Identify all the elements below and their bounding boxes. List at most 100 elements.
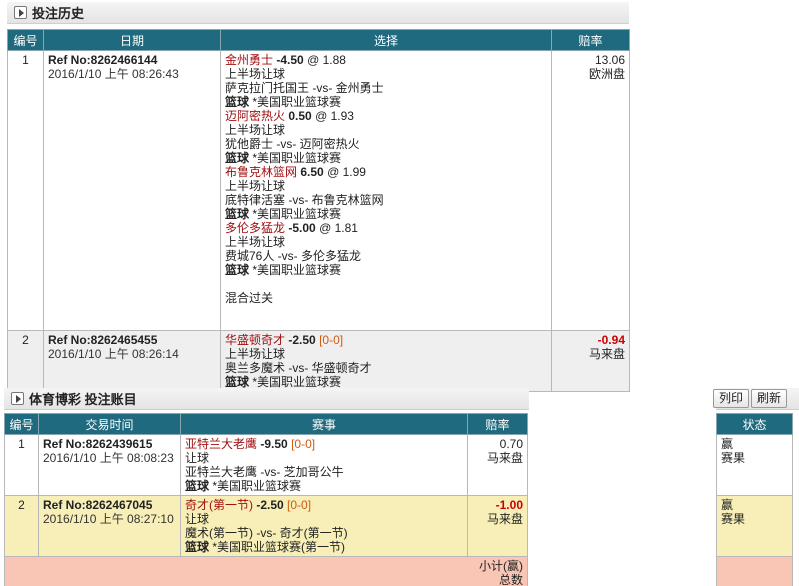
event-cell: 奇才(第一节) -2.50 [0-0] 让球 魔术(第一节) -vs- 奇才(第…	[180, 495, 468, 557]
event-league: 篮球 *美国职业篮球赛	[185, 479, 463, 493]
table-row: 2 Ref No:8262467045 2016/1/10 上午 08:27:1…	[4, 495, 528, 557]
leg-team: 布鲁克林篮网	[225, 165, 298, 179]
col-header-selection: 选择	[220, 29, 552, 51]
leg-league: 篮球 *美国职业篮球赛	[225, 151, 547, 165]
col-header-odds: 赔率	[551, 29, 630, 51]
odds-type: 马来盘	[588, 347, 625, 361]
table-row: 2 Ref No:8262465455 2016/1/10 上午 08:26:1…	[7, 330, 630, 392]
leg-team: 迈阿密热火	[225, 109, 286, 123]
leg-market: 上半场让球	[225, 235, 286, 249]
odds-cell: -1.00 马来盘	[467, 495, 528, 557]
event-league-name: *美国职业篮球赛(第一节)	[212, 540, 346, 554]
event-match: 亚特兰大老鹰 -vs- 芝加哥公牛	[185, 465, 344, 479]
leg-league: 篮球 *美国职业篮球赛	[225, 95, 547, 109]
leg-selection: 华盛顿奇才 -2.50 [0-0]	[225, 333, 547, 347]
odds-value: 13.06	[594, 53, 625, 67]
leg-odds: @ 1.81	[319, 221, 358, 235]
col-header-event: 赛事	[180, 413, 468, 435]
leg-sport: 篮球	[225, 151, 250, 165]
bet-date: 2016/1/10 上午 08:26:14	[48, 347, 179, 361]
event-team: 奇才(第一节)	[185, 498, 253, 512]
history-panel-title: 投注历史	[32, 6, 85, 21]
col-header-number: 编号	[4, 413, 39, 435]
leg-league-name: *美国职业篮球赛	[252, 151, 342, 165]
leg-odds: @ 1.88	[307, 53, 346, 67]
leg-match: 萨克拉门托国王 -vs- 金州勇士	[225, 81, 384, 95]
leg-league-name: *美国职业篮球赛	[252, 95, 342, 109]
leg-team: 华盛顿奇才	[225, 333, 286, 347]
event-match: 魔术(第一节) -vs- 奇才(第一节)	[185, 526, 348, 540]
odds-value: 0.70	[499, 437, 523, 451]
leg-market: 上半场让球	[225, 347, 286, 361]
total-label: 总数	[498, 573, 523, 586]
row-ref-cell: Ref No:8262466144 2016/1/10 上午 08:26:43	[43, 50, 221, 331]
leg-line: 6.50	[300, 165, 324, 179]
leg-league-name: *美国职业篮球赛	[252, 375, 342, 389]
collapse-toggle-icon[interactable]	[11, 392, 24, 405]
leg-team: 多伦多猛龙	[225, 221, 286, 235]
leg-selection: 迈阿密热火 0.50 @ 1.93	[225, 109, 547, 123]
status-link[interactable]: 赛果	[721, 512, 788, 526]
odds-value: -1.00	[495, 498, 523, 512]
event-league-name: *美国职业篮球赛	[212, 479, 302, 493]
leg-selection: 金州勇士 -4.50 @ 1.88	[225, 53, 547, 67]
status-header-row: 状态	[716, 413, 793, 435]
subtotal-status-cell	[716, 556, 793, 586]
print-button[interactable]: 列印	[713, 389, 750, 408]
event-score: [0-0]	[287, 498, 312, 512]
event-market: 让球	[185, 451, 210, 465]
bet-date: 2016/1/10 上午 08:27:10	[43, 512, 174, 526]
row-number: 1	[4, 434, 39, 496]
row-number: 2	[7, 330, 44, 392]
event-league: 篮球 *美国职业篮球赛(第一节)	[185, 540, 463, 554]
status-result: 赢	[721, 437, 734, 451]
leg-league: 篮球 *美国职业篮球赛	[225, 375, 547, 389]
odds-type: 马来盘	[486, 512, 523, 526]
event-selection: 奇才(第一节) -2.50 [0-0]	[185, 498, 463, 512]
leg-line: -4.50	[276, 53, 304, 67]
ledger-header-row: 编号 交易时间 赛事 赔率	[4, 413, 528, 435]
subtotal-cell: 小计(赢) 总数	[4, 556, 528, 586]
event-market: 让球	[185, 512, 210, 526]
leg-line: -5.00	[288, 221, 316, 235]
ledger-panel-header: 体育博彩 投注账目	[4, 388, 529, 410]
row-ref-cell: Ref No:8262467045 2016/1/10 上午 08:27:10	[38, 495, 181, 557]
subtotal-label: 小计(赢)	[479, 559, 523, 573]
event-cell: 亚特兰大老鹰 -9.50 [0-0] 让球 亚特兰大老鹰 -vs- 芝加哥公牛 …	[180, 434, 468, 496]
leg-league-name: *美国职业篮球赛	[252, 263, 342, 277]
bet-type: 混合过关	[225, 291, 274, 305]
subtotal-row	[716, 556, 793, 586]
col-header-odds: 赔率	[467, 413, 528, 435]
refresh-button[interactable]: 刷新	[751, 389, 788, 408]
bet-history-table: 编号 日期 选择 赔率 1 Ref No:8262466144 2016/1/1…	[7, 29, 630, 392]
event-line: -9.50	[260, 437, 288, 451]
table-row: 1 Ref No:8262439615 2016/1/10 上午 08:08:2…	[4, 434, 528, 496]
leg-line: 0.50	[288, 109, 312, 123]
leg-match: 费城76人 -vs- 多伦多猛龙	[225, 249, 362, 263]
collapse-toggle-icon[interactable]	[14, 6, 27, 19]
leg-match: 犹他爵士 -vs- 迈阿密热火	[225, 137, 360, 151]
leg-sport: 篮球	[225, 95, 250, 109]
row-number: 1	[7, 50, 44, 331]
ref-number: Ref No:8262466144	[48, 53, 158, 67]
leg-league: 篮球 *美国职业篮球赛	[225, 207, 547, 221]
event-selection: 亚特兰大老鹰 -9.50 [0-0]	[185, 437, 463, 451]
leg-market: 上半场让球	[225, 179, 286, 193]
leg-team: 金州勇士	[225, 53, 274, 67]
leg-market: 上半场让球	[225, 123, 286, 137]
leg-match: 底特律活塞 -vs- 布鲁克林篮网	[225, 193, 384, 207]
bet-date: 2016/1/10 上午 08:08:23	[43, 451, 174, 465]
ref-number: Ref No:8262465455	[48, 333, 158, 347]
col-header-date: 日期	[43, 29, 221, 51]
odds-cell: 0.70 马来盘	[467, 434, 528, 496]
status-link[interactable]: 赛果	[721, 451, 788, 465]
status-result: 赢	[721, 498, 734, 512]
leg-league-name: *美国职业篮球赛	[252, 207, 342, 221]
odds-cell: -0.94 马来盘	[551, 330, 630, 392]
row-number: 2	[4, 495, 39, 557]
odds-value: -0.94	[597, 333, 625, 347]
row-ref-cell: Ref No:8262439615 2016/1/10 上午 08:08:23	[38, 434, 181, 496]
table-row: 赢 赛果	[716, 434, 793, 496]
leg-match: 奥兰多魔术 -vs- 华盛顿奇才	[225, 361, 372, 375]
ledger-table: 编号 交易时间 赛事 赔率 1 Ref No:8262439615 2016/1…	[4, 413, 528, 586]
